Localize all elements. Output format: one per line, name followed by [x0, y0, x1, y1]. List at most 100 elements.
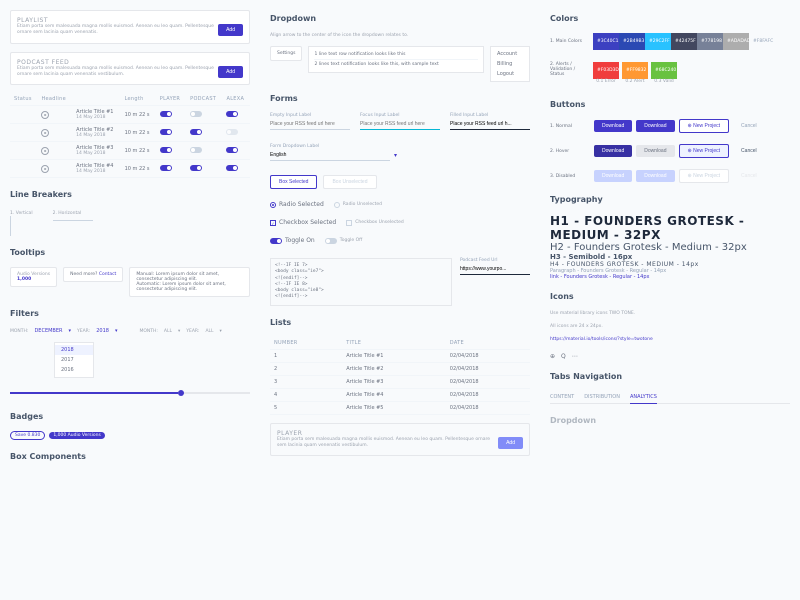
col-length: Length: [121, 93, 156, 106]
btn-download-gh[interactable]: Download: [636, 145, 674, 157]
tab-distribution[interactable]: DISTRIBUTION: [584, 391, 620, 403]
typo-link: link - Founders Grotesk - Regular - 14px: [550, 274, 790, 280]
btn-newproj-1[interactable]: ⊕ New Project: [679, 119, 730, 133]
lists-title: Lists: [270, 318, 530, 327]
column-right: Colors 1. Main Colors #3C40C1#2B49B3#29C…: [550, 10, 790, 463]
tab-analytics[interactable]: ANALYTICS: [630, 391, 657, 404]
filter-month-all[interactable]: ALL: [164, 329, 172, 334]
row-length: 10 m 22 s: [121, 160, 156, 178]
btn-download-d: Download: [594, 170, 632, 182]
lang-dropdown[interactable]: [270, 150, 390, 161]
empty-input[interactable]: [270, 119, 350, 130]
play-icon[interactable]: ▸: [41, 147, 49, 155]
icons-link[interactable]: https://material.io/tools/icons/?style=t…: [550, 337, 790, 342]
col-status: Status: [10, 93, 37, 106]
focus-input[interactable]: [360, 119, 440, 130]
filter-year[interactable]: 2018: [96, 328, 109, 334]
dropdown-sub: Align arrow to the center of the icon th…: [270, 33, 530, 38]
color-swatch: #F8FAFC: [749, 33, 775, 50]
player-toggle[interactable]: [160, 165, 172, 171]
btn-newproj-d: ⊕ New Project: [679, 169, 730, 183]
toggle-on[interactable]: [270, 238, 282, 244]
play-icon[interactable]: ▸: [41, 129, 49, 137]
color-swatch: #3C40C1: [593, 33, 619, 50]
podcast-toggle[interactable]: [190, 147, 202, 153]
table-row[interactable]: ▸ Article Title #214 May 2018 10 m 22 s: [10, 124, 250, 142]
player-toggle[interactable]: [160, 147, 172, 153]
player-toggle[interactable]: [160, 129, 172, 135]
podcast-title: PODCAST FEED: [17, 59, 243, 66]
tooltip-info: Manual: Lorem ipsum dolor sit amet, cons…: [129, 267, 250, 297]
radio-selected[interactable]: [270, 202, 276, 208]
lb-horizontal: 2. Horizontal: [53, 211, 82, 216]
tooltip-audio: Audio Versions 1,000: [10, 267, 57, 287]
box-selected[interactable]: Box Selected: [270, 175, 317, 189]
color-swatch: #778198: [697, 33, 723, 50]
alexa-toggle[interactable]: [226, 147, 238, 153]
color-swatch: #2B49B3: [619, 33, 645, 50]
list-row[interactable]: 5Article Title #502/04/2018: [270, 401, 530, 414]
checkbox-selected[interactable]: ✓: [270, 220, 276, 226]
list-row[interactable]: 3Article Title #302/04/2018: [270, 375, 530, 388]
btn-cancel-d: Cancel: [733, 170, 765, 182]
checkbox-unselected[interactable]: [346, 220, 352, 226]
tabs-title: Tabs Navigation: [550, 372, 790, 381]
boxcomp-title: Box Components: [10, 452, 250, 461]
player-card: PLAYER Etiam porta sem malesuada magna m…: [270, 423, 530, 457]
dd-account-menu[interactable]: Account Billing Logout: [490, 46, 530, 82]
code-block: <!--IF IE 7> <body class="ie7"> <![endif…: [270, 258, 452, 306]
row-date: 14 May 2018: [76, 115, 116, 120]
box-unselected[interactable]: Box Unselected: [323, 175, 376, 189]
alexa-toggle[interactable]: [226, 111, 238, 117]
column-left: PLAYLIST Etiam porta sem malesuada magna…: [10, 10, 250, 463]
list-row[interactable]: 2Article Title #202/04/2018: [270, 362, 530, 375]
btn-download-1[interactable]: Download: [594, 120, 632, 132]
filter-year-all[interactable]: ALL: [205, 329, 213, 334]
player-toggle[interactable]: [160, 111, 172, 117]
table-row[interactable]: ▸ Article Title #114 May 2018 10 m 22 s: [10, 106, 250, 124]
play-icon[interactable]: ▸: [41, 111, 49, 119]
col-player: PLAYER: [156, 93, 186, 106]
dd-settings[interactable]: Settings: [270, 46, 302, 61]
list-row[interactable]: 4Article Title #402/04/2018: [270, 388, 530, 401]
player-add-button[interactable]: Add: [498, 437, 523, 449]
toggle-off[interactable]: [325, 238, 337, 244]
radio-unselected[interactable]: [334, 202, 340, 208]
table-row[interactable]: ▸ Article Title #314 May 2018 10 m 22 s: [10, 142, 250, 160]
alexa-toggle[interactable]: [226, 129, 238, 135]
color-swatch: #42475F: [671, 33, 697, 50]
playlist-add-button[interactable]: Add: [218, 24, 243, 36]
color-swatch: #FF9832: [622, 62, 648, 79]
podcast-add-button[interactable]: Add: [218, 66, 243, 78]
color-swatch: #29C2FF: [645, 33, 671, 50]
contact-link[interactable]: Contact: [99, 272, 117, 277]
filled-input[interactable]: [450, 119, 530, 130]
year-dropdown[interactable]: 2018 2017 2016: [54, 342, 94, 378]
list-row[interactable]: 1Article Title #102/04/2018: [270, 349, 530, 362]
podcast-toggle[interactable]: [190, 165, 202, 171]
row-length: 10 m 22 s: [121, 142, 156, 160]
feed-url-input[interactable]: [460, 264, 530, 275]
filter-month[interactable]: DECEMBER: [34, 328, 62, 334]
btn-newproj-h[interactable]: ⊕ New Project: [679, 144, 730, 158]
podcast-toggle[interactable]: [190, 111, 202, 117]
buttons-title: Buttons: [550, 100, 790, 109]
row-date: 14 May 2018: [76, 169, 116, 174]
alexa-toggle[interactable]: [226, 165, 238, 171]
range-slider[interactable]: [10, 392, 250, 394]
row-length: 10 m 22 s: [121, 106, 156, 124]
column-mid: Dropdown Align arrow to the center of th…: [270, 10, 530, 463]
btn-download-2[interactable]: Download: [636, 120, 674, 132]
play-icon[interactable]: ▸: [41, 165, 49, 173]
tab-content[interactable]: CONTENT: [550, 391, 574, 403]
dd-notifications: 1 line text row notification looks like …: [308, 46, 484, 73]
btn-download-h[interactable]: Download: [594, 145, 632, 157]
tabs: CONTENT DISTRIBUTION ANALYTICS: [550, 391, 790, 404]
typo-title: Typography: [550, 195, 790, 204]
articles-table: Status Headline Length PLAYER PODCAST AL…: [10, 93, 250, 178]
color-swatch: #ADADAD: [723, 33, 749, 50]
table-row[interactable]: ▸ Article Title #414 May 2018 10 m 22 s: [10, 160, 250, 178]
btn-cancel-1[interactable]: Cancel: [733, 120, 765, 132]
btn-cancel-h[interactable]: Cancel: [733, 145, 765, 157]
podcast-toggle[interactable]: [190, 129, 202, 135]
